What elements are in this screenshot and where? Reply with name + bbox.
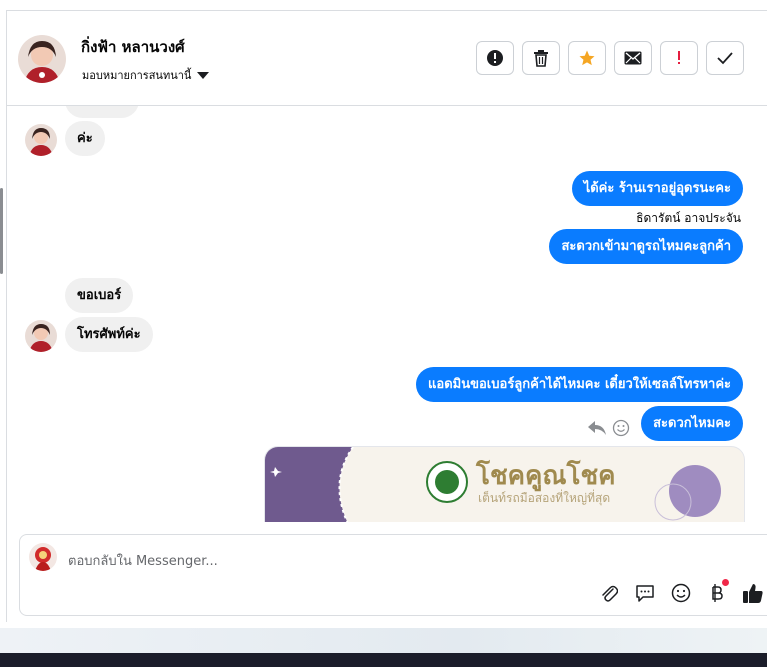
baht-icon	[712, 584, 723, 602]
message-bubble-partial[interactable]	[65, 106, 139, 118]
mark-unread-button[interactable]	[614, 41, 652, 75]
smiley-icon	[671, 583, 691, 603]
thumbs-up-icon	[743, 584, 763, 603]
assign-conversation-dropdown[interactable]: มอบหมายการสนทนานี้	[82, 66, 210, 84]
notification-dot	[722, 579, 729, 586]
outgoing-message[interactable]: สะดวกเข้ามาดูรถไหมคะลูกค้า	[549, 229, 743, 264]
contact-name[interactable]: กิ่งฟ้า หลานวงศ์	[81, 35, 185, 59]
window-bottom-background	[0, 628, 767, 653]
outgoing-message[interactable]: สะดวกไหมคะ	[641, 406, 743, 441]
attach-button[interactable]	[597, 581, 621, 605]
exclamation-circle-icon	[487, 50, 503, 66]
reply-input[interactable]: ตอบกลับใน Messenger...	[68, 550, 218, 571]
paperclip-icon	[602, 585, 618, 602]
conversation-actions	[476, 41, 744, 75]
payment-button[interactable]	[705, 579, 729, 605]
reply-icon[interactable]	[587, 419, 607, 441]
react-emoji-icon[interactable]	[612, 419, 630, 441]
star-button[interactable]	[568, 41, 606, 75]
report-button[interactable]	[476, 41, 514, 75]
sender-name: ธิดารัตน์ อาจประจัน	[636, 211, 741, 225]
contact-avatar[interactable]	[18, 35, 66, 83]
image-attachment[interactable]: โชคคูณโชค เต็นท์รถมือสองที่ใหญ่ที่สุด	[264, 446, 745, 522]
message-thread[interactable]: ค่ะ ได้ค่ะ ร้านเราอยู่อุดรนะคะ ธิดารัตน์…	[7, 106, 767, 522]
check-icon	[717, 52, 733, 65]
contact-avatar-small[interactable]	[25, 320, 57, 352]
incoming-message[interactable]: โทรศัพท์ค่ะ	[65, 317, 153, 352]
scrollbar-thumb[interactable]	[0, 188, 3, 274]
exclamation-icon	[678, 51, 680, 64]
follow-up-button[interactable]	[660, 41, 698, 75]
saved-replies-button[interactable]	[633, 581, 657, 605]
page-avatar	[29, 543, 57, 571]
taskbar	[0, 653, 767, 667]
caret-down-icon	[197, 71, 210, 79]
outgoing-message[interactable]: แอดมินขอเบอร์ลูกค้าได้ไหมคะ เดี๋ยวให้เซล…	[416, 367, 743, 402]
left-panel-edge	[0, 10, 7, 622]
contact-avatar-small[interactable]	[25, 124, 57, 156]
assign-label: มอบหมายการสนทนานี้	[82, 69, 192, 82]
trash-icon	[534, 50, 548, 67]
mark-done-button[interactable]	[706, 41, 744, 75]
delete-button[interactable]	[522, 41, 560, 75]
speech-bubble-icon	[636, 585, 654, 602]
outgoing-message[interactable]: ได้ค่ะ ร้านเราอยู่อุดรนะคะ	[571, 171, 743, 206]
conversation-header: กิ่งฟ้า หลานวงศ์ มอบหมายการสนทนานี้	[7, 11, 767, 106]
like-button[interactable]	[741, 581, 765, 605]
card-logo-subtitle: เต็นท์รถมือสองที่ใหญ่ที่สุด	[478, 491, 611, 505]
incoming-message[interactable]: ค่ะ	[65, 121, 105, 156]
message-composer: ตอบกลับใน Messenger...	[19, 534, 767, 616]
star-icon	[579, 50, 595, 66]
incoming-message[interactable]: ขอเบอร์	[65, 278, 134, 313]
emoji-button[interactable]	[669, 581, 693, 605]
composer-toolbar	[597, 579, 765, 605]
envelope-icon	[624, 51, 642, 65]
